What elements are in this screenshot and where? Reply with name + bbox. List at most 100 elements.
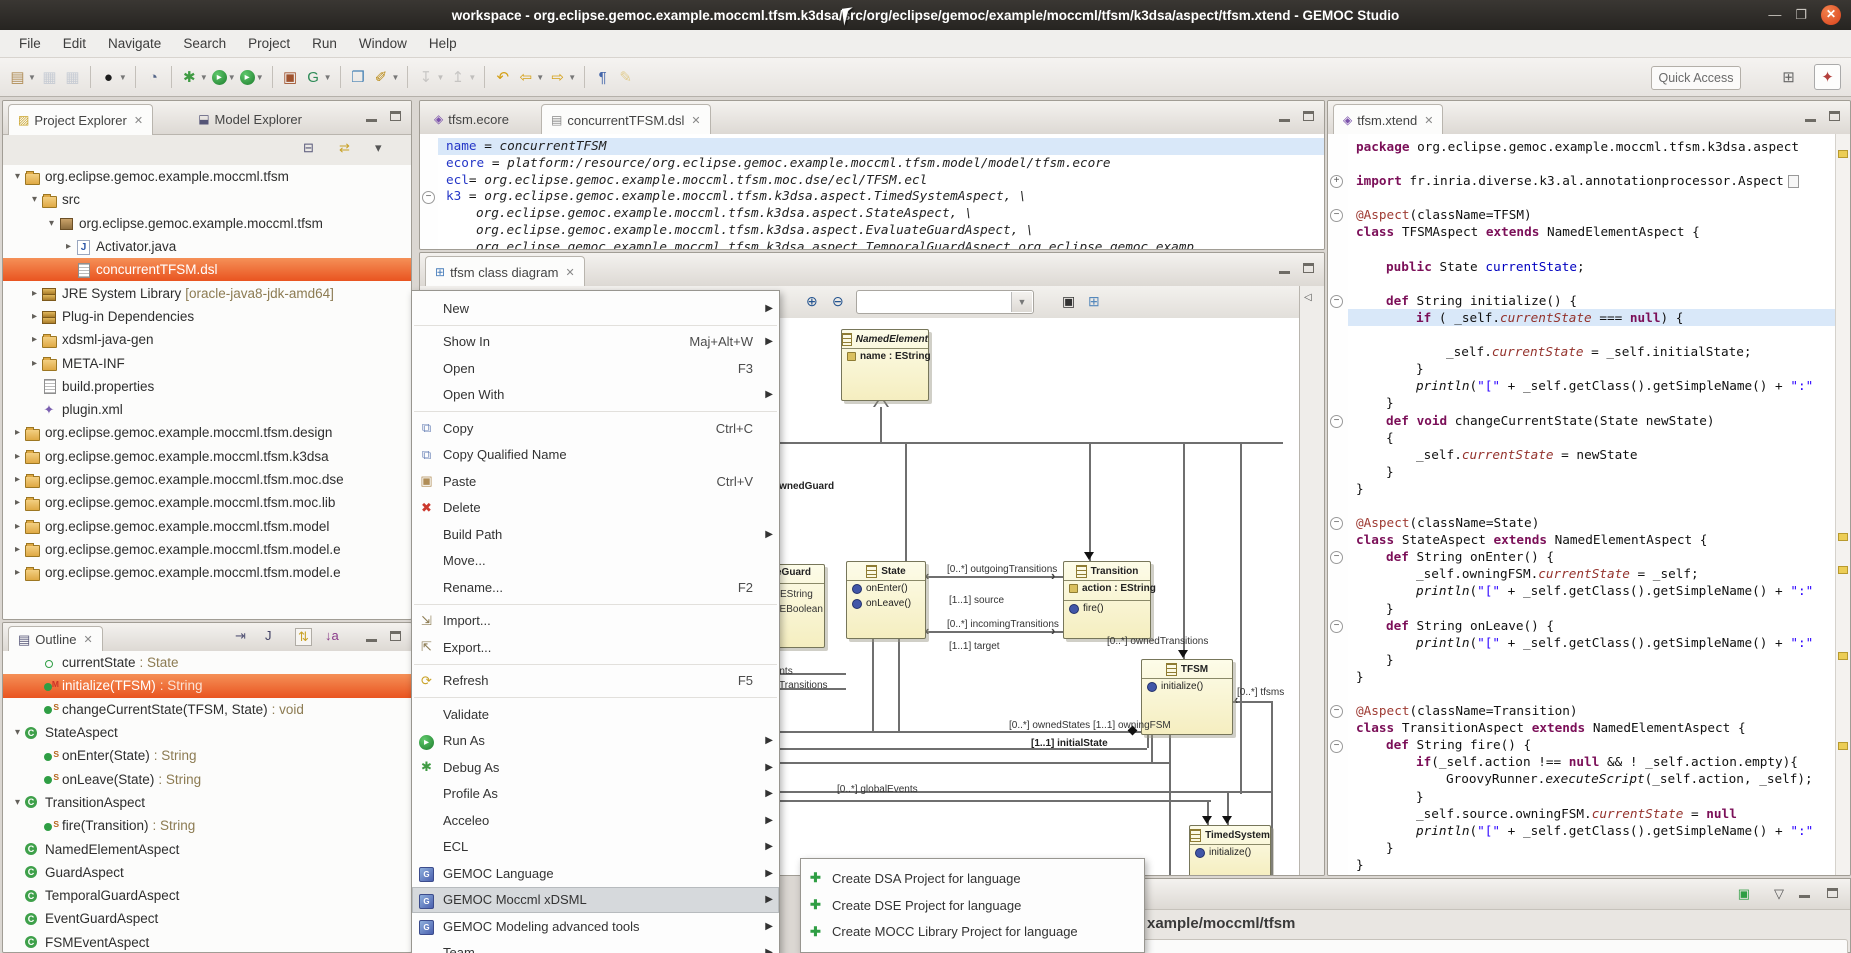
open-element-icon[interactable]: ❒ xyxy=(349,65,368,89)
tree-item[interactable]: ▾org.eclipse.gemoc.example.moccml.tfsm xyxy=(3,212,411,235)
uml-class-timedsystem[interactable]: TimedSysteminitialize() xyxy=(1189,825,1271,875)
menubar-item-run[interactable]: Run xyxy=(301,32,348,55)
submenu-item-create-dsa-project-for-language[interactable]: ✚Create DSA Project for language xyxy=(801,865,1144,892)
tab-close-icon[interactable]: ✕ xyxy=(134,114,143,127)
zoom-out-icon[interactable]: ⊖ xyxy=(832,293,844,310)
new-wizard-icon[interactable]: ▤▼ xyxy=(8,65,36,89)
zoom-in-icon[interactable]: ⊕ xyxy=(806,293,818,310)
tree-arrow-icon[interactable]: ▾ xyxy=(28,194,41,205)
tree-arrow-icon[interactable]: ▾ xyxy=(11,797,24,808)
menu-item-gemoc-modeling-advanced-tools[interactable]: GGEMOC Modeling advanced tools▶ xyxy=(412,913,779,940)
minimize-view-icon[interactable] xyxy=(1279,119,1290,122)
menu-item-profile-as[interactable]: Profile As▶ xyxy=(412,781,779,808)
combo-arrow-icon[interactable]: ▼ xyxy=(1011,292,1032,312)
palette-expand-icon[interactable]: ◁ xyxy=(1304,292,1324,303)
menu-item-copy[interactable]: ⧉CopyCtrl+C xyxy=(412,415,779,442)
tree-arrow-icon[interactable]: ▸ xyxy=(11,544,24,555)
collapse-all-icon[interactable]: ⊟ xyxy=(303,140,314,156)
maximize-view-icon[interactable] xyxy=(1829,111,1840,121)
tree-item[interactable]: concurrentTFSM.dsl xyxy=(3,258,411,281)
outline-tree[interactable]: currentState : StateMinitialize(TFSM) : … xyxy=(3,651,411,952)
tree-item[interactable]: build.properties xyxy=(3,375,411,398)
show-whitespace-icon[interactable]: ¶ xyxy=(593,65,612,89)
previous-annotation-icon[interactable]: ↥▼ xyxy=(448,65,476,89)
tab-tfsm-xtend[interactable]: ◈tfsm.xtend✕ xyxy=(1333,104,1443,135)
tree-item[interactable]: CFSMEventAspect xyxy=(3,931,411,953)
maximize-view-icon[interactable] xyxy=(1303,263,1314,273)
warning-marker[interactable] xyxy=(1838,742,1848,750)
menu-item-rename-[interactable]: Rename...F2 xyxy=(412,574,779,601)
fold-collapse-icon[interactable]: − xyxy=(1330,295,1343,308)
tab-close-icon[interactable]: ✕ xyxy=(84,633,93,646)
layers-icon[interactable]: ⊞ xyxy=(1088,293,1100,310)
next-annotation-icon[interactable]: ↧▼ xyxy=(416,65,444,89)
warning-marker[interactable] xyxy=(1838,533,1848,541)
minimize-icon[interactable]: — xyxy=(1768,4,1781,26)
menubar-item-file[interactable]: File xyxy=(8,32,52,55)
link-with-editor-icon[interactable]: ⇥ xyxy=(235,628,246,644)
dsl-editor-code[interactable]: name = concurrentTFSMecore = platform:/r… xyxy=(438,134,1324,249)
tree-item[interactable]: ▸xdsml-java-gen xyxy=(3,328,411,351)
minimize-view-icon[interactable] xyxy=(366,119,377,122)
fold-expand-icon[interactable]: + xyxy=(1330,175,1343,188)
project-explorer-tree[interactable]: ▾org.eclipse.gemoc.example.moccml.tfsm▾s… xyxy=(3,165,411,619)
tree-item[interactable]: ▸org.eclipse.gemoc.example.moccml.tfsm.m… xyxy=(3,561,411,584)
submenu-item-create-dse-project-for-language[interactable]: ✚Create DSE Project for language xyxy=(801,892,1144,919)
tree-arrow-icon[interactable]: ▸ xyxy=(28,288,41,299)
tree-arrow-icon[interactable]: ▸ xyxy=(11,521,24,532)
tree-arrow-icon[interactable]: ▸ xyxy=(11,427,24,438)
tab-close-icon[interactable]: ✕ xyxy=(565,266,574,279)
menu-item-debug-as[interactable]: ✱Debug As▶ xyxy=(412,754,779,781)
uml-class-state[interactable]: StateonEnter()onLeave() xyxy=(846,561,926,639)
minimize-view-icon[interactable] xyxy=(366,639,377,642)
open-perspective-icon[interactable]: ⊞ xyxy=(1779,65,1798,89)
palette-collapsed[interactable]: ◁ xyxy=(1299,286,1324,875)
maximize-view-icon[interactable] xyxy=(1827,886,1838,901)
tree-item[interactable]: ▸org.eclipse.gemoc.example.moccml.tfsm.k… xyxy=(3,445,411,468)
minimize-view-icon[interactable] xyxy=(1279,271,1290,274)
fold-collapse-icon[interactable]: − xyxy=(1330,551,1343,564)
tree-item[interactable]: ▸org.eclipse.gemoc.example.moccml.tfsm.m… xyxy=(3,491,411,514)
mark-occurrences-icon[interactable]: ✐▼ xyxy=(372,65,400,89)
warning-marker[interactable] xyxy=(1838,566,1848,574)
maximize-view-icon[interactable] xyxy=(390,631,401,641)
menubar-item-window[interactable]: Window xyxy=(348,32,418,55)
debug-icon[interactable]: ✱▼ xyxy=(180,65,208,89)
back-icon[interactable]: ⇦▼ xyxy=(516,65,544,89)
tree-item[interactable]: CNamedElementAspect xyxy=(3,837,411,860)
minimize-view-icon[interactable] xyxy=(1805,119,1816,122)
tree-item[interactable]: CEventGuardAspect xyxy=(3,907,411,930)
tree-item[interactable]: SonEnter(State) : String xyxy=(3,744,411,767)
tree-item[interactable]: ▸org.eclipse.gemoc.example.moccml.tfsm.m… xyxy=(3,468,411,491)
tree-item[interactable]: currentState : State xyxy=(3,651,411,674)
run-last-icon[interactable]: ▸▼ xyxy=(240,65,264,89)
save-icon[interactable]: ▦ xyxy=(40,65,59,89)
xtend-editor-code[interactable]: package org.eclipse.gemoc.example.moccml… xyxy=(1348,134,1836,875)
menubar-item-project[interactable]: Project xyxy=(237,32,301,55)
menu-item-gemoc-language[interactable]: GGEMOC Language▶ xyxy=(412,860,779,887)
menu-item-gemoc-moccml-xdsml[interactable]: GGEMOC Moccml xDSML▶ xyxy=(412,887,779,914)
menu-item-validate[interactable]: Validate xyxy=(412,701,779,728)
tree-arrow-icon[interactable]: ▾ xyxy=(11,171,24,182)
maximize-view-icon[interactable] xyxy=(390,111,401,121)
tree-item[interactable]: ▾CStateAspect xyxy=(3,721,411,744)
menu-item-import-[interactable]: ⇲Import... xyxy=(412,608,779,635)
menu-item-paste[interactable]: ▣PasteCtrl+V xyxy=(412,468,779,495)
tree-item[interactable]: SonLeave(State) : String xyxy=(3,767,411,790)
tree-item[interactable]: SchangeCurrentState(TFSM, State) : void xyxy=(3,698,411,721)
tree-item[interactable]: ▸Plug-in Dependencies xyxy=(3,305,411,328)
minimize-view-icon[interactable] xyxy=(1799,886,1810,901)
tree-item[interactable]: ▸org.eclipse.gemoc.example.moccml.tfsm.m… xyxy=(3,538,411,561)
tab-outline[interactable]: ▤Outline✕ xyxy=(8,626,103,652)
menu-item-open[interactable]: OpenF3 xyxy=(412,355,779,382)
menu-item-export-[interactable]: ⇱Export... xyxy=(412,634,779,661)
run-icon[interactable]: ▸▼ xyxy=(212,65,236,89)
external-tools-watch-icon[interactable]: ◔ xyxy=(144,65,163,89)
fold-collapse-icon[interactable]: − xyxy=(1330,415,1343,428)
tree-arrow-icon[interactable]: ▸ xyxy=(28,334,41,345)
warning-marker[interactable] xyxy=(1838,652,1848,660)
menu-item-acceleo[interactable]: Acceleo▶ xyxy=(412,807,779,834)
view-menu-icon[interactable]: ▾ xyxy=(375,140,382,156)
menu-item-refresh[interactable]: ⟳RefreshF5 xyxy=(412,668,779,695)
tree-item[interactable]: ▸JActivator.java xyxy=(3,235,411,258)
